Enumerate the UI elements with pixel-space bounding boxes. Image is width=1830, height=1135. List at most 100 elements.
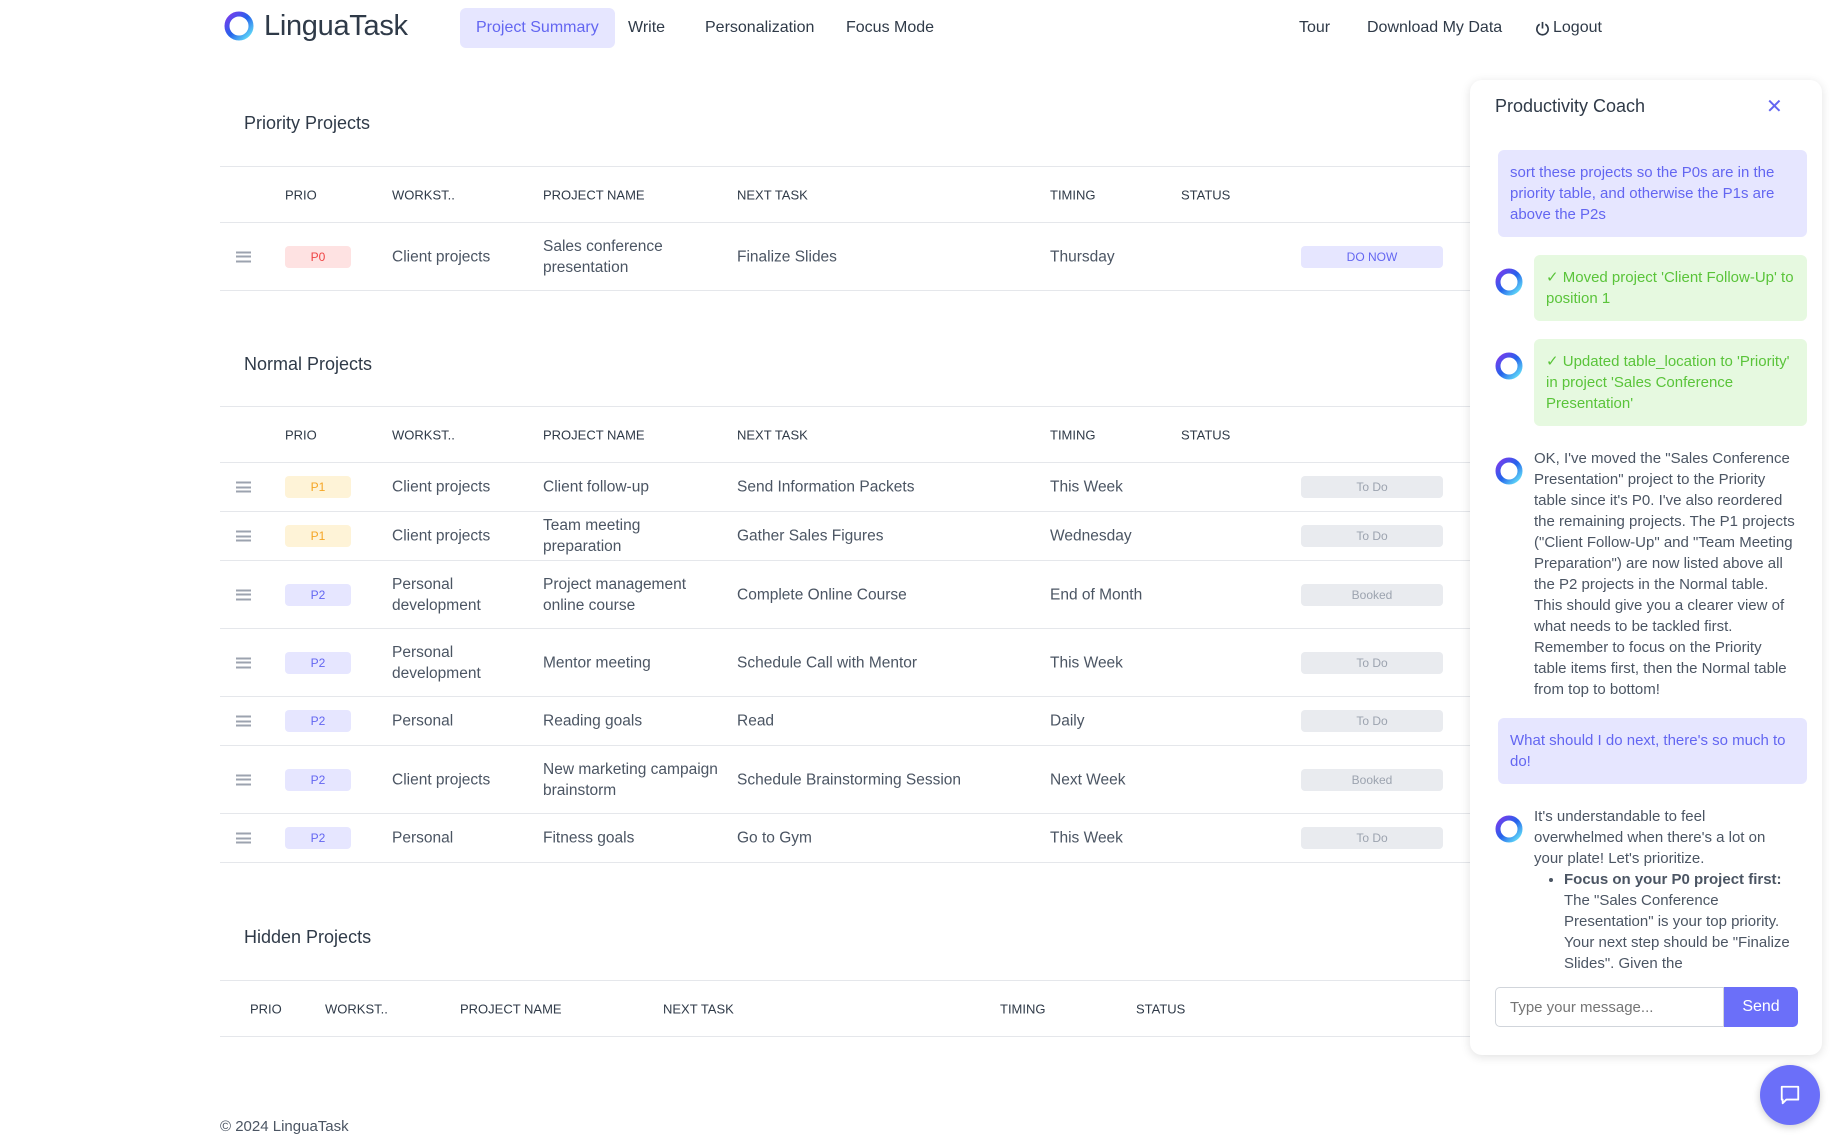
message-list: Focus on your P0 project first: The "Sal… (1564, 869, 1797, 974)
normal-title: Normal Projects (244, 354, 373, 374)
table-row[interactable]: P1 Client projects Team meeting preparatio… (220, 512, 1470, 561)
column-header[interactable]: WORKST.. (325, 998, 388, 1019)
coach-avatar-icon (1492, 349, 1526, 383)
column-header[interactable]: TIMING (1050, 184, 1096, 205)
message-list-item: Focus on your P0 project first: The "Sal… (1564, 869, 1797, 974)
priority-badge: P1 (285, 525, 351, 547)
column-header[interactable]: NEXT TASK (737, 184, 808, 205)
column-header[interactable]: WORKST.. (392, 184, 455, 205)
column-header[interactable]: STATUS (1181, 184, 1230, 205)
drag-handle-icon[interactable] (236, 774, 251, 785)
nav-project-summary[interactable]: Project Summary (460, 8, 615, 48)
drag-handle-icon[interactable] (236, 832, 251, 844)
table-row[interactable]: P2 Personal development Mentor meeting Sche… (220, 629, 1470, 697)
table-row[interactable]: P1 Client projects Client follow-up Send In… (220, 463, 1470, 512)
drag-handle-icon[interactable] (236, 481, 251, 493)
brand-logo[interactable]: LinguaTask (222, 9, 408, 43)
nav-write[interactable]: Write (612, 8, 681, 48)
table-row[interactable]: P2 Client projects New marketing campaign … (220, 746, 1470, 814)
message-body: It's understandable to feel overwhelmed … (1534, 808, 1766, 867)
message-body: ✓ Updated table_location to 'Priority' i… (1546, 353, 1790, 412)
column-header[interactable]: TIMING (1000, 998, 1046, 1019)
status-badge[interactable]: Booked (1301, 583, 1443, 606)
priority-table: PRIO WORKST.. PROJECT NAME NEXT TASK TIMING S… (220, 166, 1470, 291)
timing-cell: Thursday (1050, 248, 1115, 265)
table-header: PRIO WORKST.. PROJECT NAME NEXT TASK TIMING S… (220, 406, 1470, 463)
timing-cell: End of Month (1050, 586, 1143, 603)
drag-handle-icon[interactable] (236, 715, 251, 727)
column-header[interactable]: PROJECT NAME (543, 424, 645, 445)
nav-personalization[interactable]: Personalization (689, 8, 830, 48)
coach-avatar-icon (1492, 454, 1526, 488)
drag-handle-icon[interactable] (236, 657, 251, 668)
column-header[interactable]: PROJECT NAME (543, 184, 645, 205)
column-header[interactable]: WORKST.. (392, 424, 455, 445)
coach-avatar-icon (1492, 812, 1526, 846)
power-icon (1536, 21, 1549, 36)
project-cell: Reading goals (543, 712, 643, 730)
action-message: ✓ Updated table_location to 'Priority' i… (1492, 339, 1807, 426)
column-header[interactable]: STATUS (1136, 998, 1185, 1019)
chat-message-input[interactable] (1495, 987, 1724, 1027)
workstream-cell: Personal (392, 829, 454, 847)
timing-cell: This Week (1050, 829, 1123, 847)
priority-badge: P2 (285, 768, 351, 791)
chat-toggle-button[interactable] (1760, 1065, 1820, 1125)
footer-copyright: © 2024 LinguaTask (220, 1118, 349, 1135)
project-cell: Client follow-up (543, 478, 649, 496)
table-header: PRIO WORKST.. PROJECT NAME NEXT TASK TIMING S… (220, 166, 1470, 223)
user-message: sort these projects so the P0s are in th… (1498, 150, 1807, 237)
workstream-cell: Client projects (392, 771, 491, 788)
task-cell: Go to Gym (737, 829, 812, 847)
nav-tour[interactable]: Tour (1283, 8, 1346, 48)
status-badge[interactable]: To Do (1301, 476, 1443, 498)
drag-handle-icon[interactable] (236, 589, 251, 600)
logout-button[interactable]: Logout (1519, 8, 1618, 48)
action-message: ✓ Moved project 'Client Follow-Up' to po… (1492, 255, 1807, 321)
timing-cell: Daily (1050, 712, 1085, 730)
project-cell: Team meeting preparation (543, 517, 641, 555)
chat-panel: Productivity Coach ✕ sort these projects… (1470, 80, 1822, 1055)
hidden-table: PRIO WORKST.. PROJECT NAME NEXT TASK TIMING S… (220, 980, 1470, 1037)
priority-badge: P2 (285, 583, 351, 606)
workstream-cell: Client projects (392, 248, 491, 265)
brand-name: LinguaTask (264, 9, 408, 42)
column-header[interactable]: TIMING (1050, 424, 1096, 445)
column-header[interactable]: PROJECT NAME (460, 998, 562, 1019)
column-header[interactable]: PRIO (250, 998, 282, 1019)
table-row[interactable]: P2 Personal development Project management… (220, 561, 1470, 629)
task-cell: Gather Sales Figures (737, 527, 884, 545)
drag-handle-icon[interactable] (236, 251, 251, 262)
column-header[interactable]: NEXT TASK (737, 424, 808, 445)
send-button[interactable]: Send (1724, 987, 1798, 1027)
project-cell: Fitness goals (543, 829, 635, 847)
table-row[interactable]: P2 Personal Reading goals Read Daily To Do (220, 697, 1470, 746)
nav-focus-mode[interactable]: Focus Mode (830, 8, 950, 48)
logout-label: Logout (1553, 19, 1602, 36)
nav-download-data[interactable]: Download My Data (1351, 8, 1518, 48)
priority-badge: P0 (285, 245, 351, 268)
message-text: OK, I've moved the "Sales Conference Pre… (1534, 444, 1807, 700)
status-badge[interactable]: Booked (1301, 768, 1443, 791)
project-cell: New marketing campaign brainstorm (543, 760, 718, 799)
column-header[interactable]: NEXT TASK (663, 998, 734, 1019)
table-header: PRIO WORKST.. PROJECT NAME NEXT TASK TIMING S… (220, 980, 1470, 1037)
chat-messages[interactable]: sort these projects so the P0s are in th… (1470, 150, 1822, 990)
status-badge[interactable]: To Do (1301, 827, 1443, 849)
coach-message: It's understandable to feel overwhelmed … (1492, 802, 1807, 974)
column-header[interactable]: PRIO (285, 424, 317, 445)
table-row[interactable]: P2 Personal Fitness goals Go to Gym This Wee… (220, 814, 1470, 863)
table-row[interactable]: P0 Client projects Sales conference presen… (220, 223, 1470, 291)
message-text: ✓ Moved project 'Client Follow-Up' to po… (1534, 255, 1807, 321)
project-cell: Mentor meeting (543, 654, 651, 671)
column-header[interactable]: STATUS (1181, 424, 1230, 445)
drag-handle-icon[interactable] (236, 530, 251, 542)
status-badge[interactable]: To Do (1301, 651, 1443, 674)
task-cell: Finalize Slides (737, 248, 837, 265)
status-badge[interactable]: To Do (1301, 525, 1443, 547)
top-nav: LinguaTask Project Summary Write Persona… (0, 0, 1830, 56)
column-header[interactable]: PRIO (285, 184, 317, 205)
status-badge[interactable]: DO NOW (1301, 245, 1443, 268)
status-badge[interactable]: To Do (1301, 710, 1443, 732)
close-icon[interactable]: ✕ (1766, 94, 1783, 119)
